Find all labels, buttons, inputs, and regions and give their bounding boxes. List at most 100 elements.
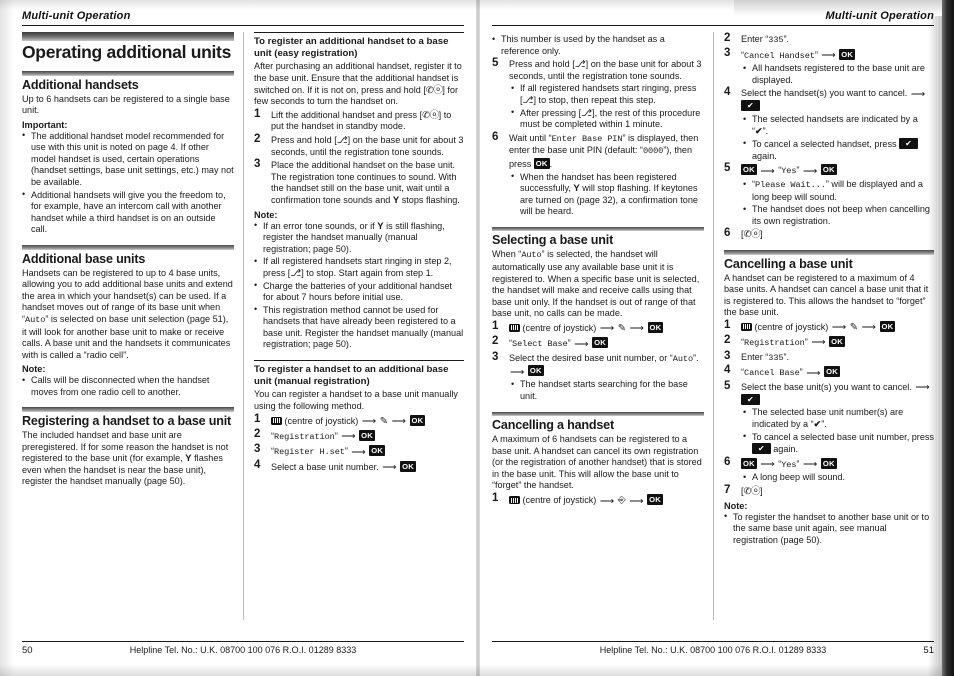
arrow-icon: ⟶ — [811, 337, 826, 349]
section-rule-additional-base-units — [22, 245, 234, 250]
text-run: Press and hold [ — [509, 59, 575, 70]
step-item: 6 [✆ⓞ] — [724, 227, 763, 241]
offhook-power-icon: ✆ⓞ — [422, 109, 439, 121]
ok-key-icon: OK — [647, 321, 664, 333]
section-rule-cancelling-base-unit — [724, 250, 934, 255]
lcd-text-auto: Auto — [521, 250, 542, 261]
text-run: To cancel a selected base unit number, p… — [752, 431, 934, 442]
step-item: 4 Select a base unit number. ⟶ OK — [254, 459, 464, 474]
list-item: The selected base unit number(s) are ind… — [743, 407, 934, 430]
text-run: ] to stop, then repeat this step. — [533, 94, 656, 105]
step-item: 5 OK ⟶ “Yes” ⟶ OK “Please Wait...” will … — [724, 163, 934, 227]
text-run: The selected handsets are indicated by a… — [752, 114, 918, 136]
arrow-icon: ⟶ — [574, 338, 589, 350]
step-number: 2 — [724, 333, 731, 346]
step-item: 3 Place the additional handset on the ba… — [254, 159, 464, 206]
list-item: The selected handsets are indicated by a… — [743, 114, 934, 137]
arrow-icon: ⟶ — [361, 416, 377, 428]
text-run: ”. — [693, 352, 699, 363]
step-item: 3 “Cancel Handset” ⟶ OK All handsets reg… — [724, 46, 934, 87]
step-item: 2 Press and hold [⎇] on the base unit fo… — [254, 133, 464, 158]
paging-key-icon: ⎇ — [581, 107, 593, 119]
arrow-icon: ⟶ — [915, 382, 930, 394]
text-run: Lift the additional handset and press [ — [271, 109, 423, 120]
step-number: 2 — [492, 335, 499, 348]
section-rule-cancelling-handset — [492, 411, 704, 417]
step3-bullet-list: All handsets registered to the base unit… — [743, 63, 934, 86]
step-item: 6 Wait until “Enter Base PIN” is display… — [492, 131, 704, 218]
easy-registration-note-list: If an error tone sounds, or if Υ is stil… — [254, 220, 464, 352]
text-run: After pressing [ — [520, 107, 582, 118]
page-number: 50 — [22, 645, 33, 656]
important-bullet-list: The additional handset model recommended… — [22, 130, 234, 236]
page-left: Multi-unit Operation Operating additiona… — [0, 0, 478, 676]
step-number: 1 — [492, 492, 499, 504]
list-item: All handsets registered to the base unit… — [743, 63, 934, 86]
chapter-title: Operating additional units — [22, 42, 232, 62]
subhead-rule-manual-registration — [254, 360, 464, 362]
ok-key-icon: OK — [824, 366, 840, 378]
joystick-centre-icon — [271, 416, 282, 425]
ok-key-icon: OK — [400, 460, 416, 472]
cancelling-base-unit-body: A handset can be registered to a maximum… — [724, 272, 929, 318]
step-number: 1 — [492, 319, 499, 332]
step-item: 1 (centre of joystick) ⟶ ✎ ⟶ OK — [254, 413, 464, 428]
easy-registration-intro: After purchasing an additional handset, … — [254, 61, 464, 107]
step-item: 2 Enter “335”. — [724, 32, 934, 47]
arrow-icon: ⟶ — [351, 446, 366, 458]
arrow-icon: ⟶ — [629, 323, 644, 335]
list-item: The handset does not beep when cancellin… — [743, 204, 934, 227]
ok-key-icon: OK — [533, 157, 550, 169]
step5-bullet-list: The selected base unit number(s) are ind… — [743, 407, 934, 455]
list-item: “Please Wait...” will be displayed and a… — [743, 179, 934, 203]
ok-key-icon: OK — [369, 445, 386, 457]
arrow-icon: ⟶ — [341, 431, 356, 443]
arrow-icon: ⟶ — [382, 462, 397, 474]
section-rule-registering-handset — [22, 407, 234, 412]
checkmark-icon: ✔ — [755, 125, 763, 136]
selecting-base-unit-body: When “Auto” is selected, the handset wil… — [492, 249, 704, 320]
arrow-icon: ⟶ — [802, 459, 818, 471]
additional-handsets-intro: Up to 6 handsets can be registered to a … — [22, 93, 230, 116]
manual-registration-steps-cont: 5 Press and hold [⎇] on the base unit fo… — [492, 58, 704, 218]
paging-key-icon: ⎇ — [522, 94, 534, 106]
ok-key-icon: OK — [820, 164, 837, 176]
lcd-text-yes: Yes — [781, 166, 797, 177]
lcd-text: Registration — [744, 337, 805, 348]
step-number: 7 — [724, 484, 731, 496]
text-run: (centre of joystick) — [522, 322, 597, 333]
left-column-1: Operating additional units Additional ha… — [22, 32, 243, 620]
list-item: If an error tone sounds, or if Υ is stil… — [254, 220, 464, 256]
lcd-text: 335 — [768, 35, 784, 45]
text-run: ”. — [821, 419, 827, 430]
step-number: 6 — [724, 227, 731, 240]
list-item: Charge the batteries of your additional … — [254, 280, 464, 304]
step-number: 1 — [254, 107, 261, 120]
step-number: 3 — [724, 46, 731, 59]
list-item: To register the handset to another base … — [724, 511, 934, 547]
step-number: 3 — [254, 443, 261, 456]
offhook-power-icon: ✆ⓞ — [743, 229, 761, 241]
text-run: Select a base unit number. — [271, 461, 379, 472]
text-run: Enter “ — [741, 34, 769, 44]
text-run: (centre of joystick) — [754, 321, 829, 332]
section-title-selecting-base-unit: Selecting a base unit — [492, 233, 614, 248]
subhead-easy-registration: To register an additional handset to a b… — [254, 36, 449, 60]
arrow-icon: ⟶ — [861, 322, 876, 334]
section-title-additional-handsets: Additional handsets — [22, 77, 139, 92]
list-item: When the handset has been registered suc… — [511, 171, 704, 218]
easy-registration-steps: 1 Lift the additional handset and press … — [254, 107, 464, 207]
section-title-cancelling-base-unit: Cancelling a base unit — [724, 256, 853, 271]
arrow-icon: ⟶ — [760, 165, 775, 177]
step-number: 5 — [724, 379, 731, 392]
list-item: A long beep will sound. — [743, 472, 934, 484]
header-rule-right — [492, 25, 934, 26]
text-run: (centre of joystick) — [284, 415, 359, 426]
step-item: 3 Select the desired base unit number, o… — [492, 351, 704, 403]
step-number: 2 — [254, 427, 261, 440]
lcd-text: 335 — [768, 352, 784, 363]
check-key-icon: ✔ — [899, 138, 918, 150]
manual-registration-intro: You can register a handset to a base uni… — [254, 389, 458, 412]
reference-note-list: This number is used by the handset as a … — [492, 33, 704, 57]
lcd-text-auto: Auto — [672, 353, 694, 364]
